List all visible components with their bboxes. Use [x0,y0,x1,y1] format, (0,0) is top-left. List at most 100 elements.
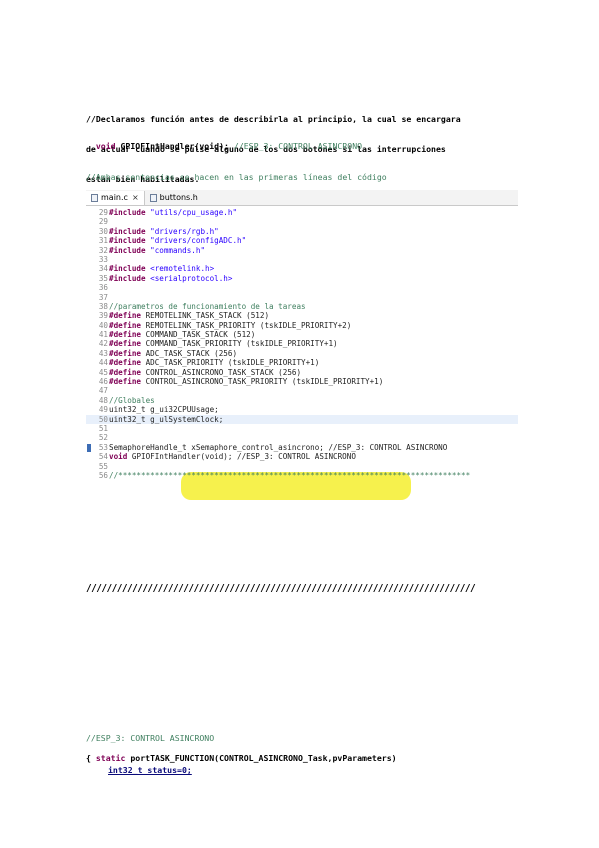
code-keyword: #include [109,273,146,283]
line-number: 40 [98,320,108,330]
tab-label: main.c [101,193,128,202]
code-line: 44#define ADC_TASK_PRIORITY (tskIDLE_PRI… [86,358,518,367]
code-keyword: #define [109,377,142,387]
line-number: 49 [98,405,108,415]
line-number: 32 [98,245,108,255]
code-line: 29 [86,217,518,226]
line-number: 35 [98,273,108,283]
line-number: 31 [98,236,108,246]
code-line: 33 [86,255,518,264]
code-line: 50uint32_t g_ulSystemClock; [86,414,518,424]
code-line: 48//Globales [86,396,518,405]
editor-tab-bar: main.c × buttons.h [86,190,518,206]
code-text: CONTROL_ASINCRONO_TASK_PRIORITY (tskIDLE… [141,377,384,387]
code-text: COMMAND_TASK_PRIORITY (tskIDLE_PRIORITY+… [141,339,338,349]
code-text: "drivers/rgb.h" [145,226,219,236]
ide-screenshot: main.c × buttons.h 29#include "utils/cpu… [86,190,518,535]
intro-line-1: //Declaramos función antes de describirl… [86,114,461,124]
line-number: 36 [98,283,108,293]
code-keyword: #define [109,311,142,321]
code-line: 37 [86,293,518,302]
tab-main-c[interactable]: main.c × [86,190,145,205]
close-icon[interactable]: × [132,193,139,202]
code-line: 35#include <serialprotocol.h> [86,274,518,283]
code-line: 55 [86,462,518,471]
code-line: 36 [86,283,518,292]
line-number: 41 [98,330,108,340]
code-keyword: #define [109,367,142,377]
line-number: 51 [98,423,108,433]
code-line: 52 [86,433,518,442]
code-line: 53SemaphoreHandle_t xSemaphore_control_a… [86,443,518,452]
line-number: 39 [98,311,108,321]
line-number: 30 [98,226,108,236]
code-text: "commands.h" [145,245,206,255]
line-number: 45 [98,367,108,377]
code-keyword: #define [109,330,142,340]
line-number: 46 [98,377,108,387]
breakpoint-marker-icon[interactable] [87,443,91,452]
code-area[interactable]: 29#include "utils/cpu_usage.h" 29 30#inclu… [86,206,518,480]
line-number: 37 [98,292,108,302]
code-line: 54void GPIOFIntHandler(void); //ESP_3: C… [86,452,518,461]
code-line: 34#include <remotelink.h> [86,264,518,273]
line-number: 29 [98,217,108,227]
code-keyword: #include [109,236,146,246]
code-keyword: #define [109,339,142,349]
code-text: GPIOFIntHandler(void); //ESP_3: CONTROL … [127,452,356,462]
h-file-icon [149,193,157,202]
code-text: COMMAND_TASK_STACK (512) [141,330,256,340]
code-text: uint32_t g_ulSystemClock; [109,414,224,424]
code-text: ADC_TASK_STACK (256) [141,348,238,358]
code-text: CONTROL_ASINCRONO_TASK_STACK (256) [141,367,302,377]
code-line: 42#define COMMAND_TASK_PRIORITY (tskIDLE… [86,339,518,348]
prototype-name: GPIOFIntHandler(void); [115,141,234,151]
code-line: 40#define REMOTELINK_TASK_PRIORITY (tskI… [86,321,518,330]
bottom-comment: //ESP_3: CONTROL ASINCRONO [86,733,215,743]
code-text: //Globales [109,395,155,405]
code-text: <remotelink.h> [145,264,215,274]
code-line: 30#include "drivers/rgb.h" [86,227,518,236]
code-keyword: #include [109,208,146,217]
code-text: REMOTELINK_TASK_STACK (512) [141,311,270,321]
code-line: 32#include "commands.h" [86,246,518,255]
code-text: REMOTELINK_TASK_PRIORITY (tskIDLE_PRIORI… [141,320,352,330]
status-declaration: int32_t status=0; [108,765,192,775]
section-comment: //Ambas sentencias se hacen en las prime… [86,172,387,182]
line-number: 29 [98,208,108,217]
code-text: SemaphoreHandle_t xSemaphore_control_asi… [109,442,448,452]
code-line: 41#define COMMAND_TASK_STACK (512) [86,330,518,339]
line-number: 42 [98,339,108,349]
code-keyword: #define [109,358,142,368]
line-number: 43 [98,348,108,358]
line-number: 56 [98,470,108,480]
task-function-signature: portTASK_FUNCTION(CONTROL_ASINCRONO_Task… [125,753,397,763]
code-keyword: #define [109,348,142,358]
code-line: 39#define REMOTELINK_TASK_STACK (512) [86,311,518,320]
code-line: 38//parametros de funcionamiento de la t… [86,302,518,311]
line-number: 52 [98,433,108,443]
line-number: 47 [98,386,108,396]
code-keyword: #include [109,245,146,255]
tab-buttons-h[interactable]: buttons.h [145,191,203,205]
code-keyword: #define [109,320,142,330]
code-text: <serialprotocol.h> [145,273,233,283]
code-line: 45#define CONTROL_ASINCRONO_TASK_STACK (… [86,368,518,377]
tab-label: buttons.h [159,193,198,202]
code-text: uint32_t g_ui32CPUUsage; [109,405,219,415]
code-text: //parametros de funcionamiento de la tar… [109,301,306,311]
code-keyword: #include [109,226,146,236]
code-line: 49uint32_t g_ui32CPUUsage; [86,405,518,414]
code-line: 43#define ADC_TASK_STACK (256) [86,349,518,358]
code-text: ADC_TASK_PRIORITY (tskIDLE_PRIORITY+1) [141,358,320,368]
code-keyword: void [109,452,128,462]
void-keyword: void [95,141,116,151]
separator-line: ////////////////////////////////////////… [86,583,476,594]
code-text: "utils/cpu_usage.h" [145,208,238,217]
line-number: 44 [98,358,108,368]
code-text: "drivers/configADC.h" [145,236,247,246]
code-line: 31#include "drivers/configADC.h" [86,236,518,245]
line-number: 34 [98,264,108,274]
prototype-comment: //ESP_3: CONTROL ASINCRONO [233,141,363,151]
line-number: 48 [98,395,108,405]
